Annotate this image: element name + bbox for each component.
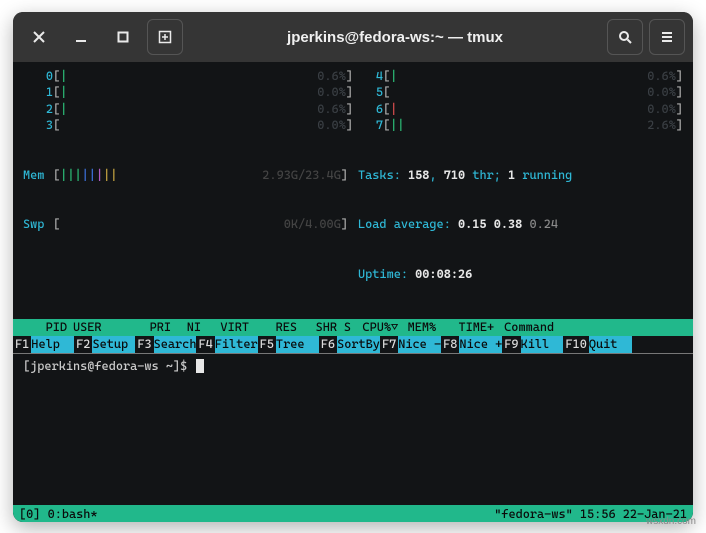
swap-meter: Swp[0K/4.00G] bbox=[23, 216, 348, 232]
titlebar: jperkins@fedora-ws:~ — tmux bbox=[13, 12, 693, 62]
terminal-window: jperkins@fedora-ws:~ — tmux 0[|0.6%]1[|0… bbox=[13, 12, 693, 522]
uptime-line: Uptime: 00:08:26 bbox=[358, 266, 683, 282]
maximize-icon[interactable] bbox=[105, 19, 141, 55]
flabel-filter[interactable]: Filter bbox=[215, 336, 258, 353]
fkey-F1[interactable]: F1 bbox=[13, 336, 31, 353]
window-title: jperkins@fedora-ws:~ — tmux bbox=[183, 29, 607, 46]
cpu-meter-7: 7[||2.6%] bbox=[353, 117, 683, 133]
fkey-F3[interactable]: F3 bbox=[135, 336, 153, 353]
minimize-icon[interactable] bbox=[63, 19, 99, 55]
fkey-F6[interactable]: F6 bbox=[319, 336, 337, 353]
cpu-meter-3: 3[0.0%] bbox=[23, 117, 353, 133]
cpu-meter-0: 0[|0.6%] bbox=[23, 68, 353, 84]
shell-prompt[interactable]: [jperkins@fedora-ws ~]$ bbox=[23, 354, 683, 374]
flabel-setup[interactable]: Setup bbox=[92, 336, 135, 353]
close-icon[interactable] bbox=[21, 19, 57, 55]
flabel-nice-[interactable]: Nice + bbox=[459, 336, 502, 353]
new-tab-icon[interactable] bbox=[147, 19, 183, 55]
flabel-tree[interactable]: Tree bbox=[276, 336, 319, 353]
cpu-meter-2: 2[|0.6%] bbox=[23, 101, 353, 117]
fkey-F2[interactable]: F2 bbox=[74, 336, 92, 353]
flabel-help[interactable]: Help bbox=[31, 336, 74, 353]
tmux-status-bar: [0] 0:bash* "fedora-ws" 15:56 22-Jan-21 bbox=[13, 505, 693, 522]
tmux-status-left: [0] 0:bash* bbox=[19, 506, 98, 521]
flabel-sortby[interactable]: SortBy bbox=[337, 336, 380, 353]
fkey-F5[interactable]: F5 bbox=[258, 336, 276, 353]
terminal-area[interactable]: 0[|0.6%]1[|0.0%]2[|0.6%]3[0.0%] 4[|0.6%]… bbox=[13, 62, 693, 522]
fkey-F10[interactable]: F10 bbox=[563, 336, 588, 353]
cpu-meter-6: 6[|0.0%] bbox=[353, 101, 683, 117]
process-header[interactable]: PID USER PRI NI VIRT RES SHR S CPU%▽ MEM… bbox=[13, 319, 693, 336]
search-icon[interactable] bbox=[607, 19, 643, 55]
flabel-kill[interactable]: Kill bbox=[521, 336, 564, 353]
function-key-bar: F1Help F2Setup F3SearchF4FilterF5Tree F6… bbox=[13, 336, 693, 353]
mem-task-row: Mem[||||||||2.93G/23.4G] Swp[0K/4.00G] T… bbox=[23, 134, 683, 315]
cursor-icon bbox=[196, 359, 204, 373]
flabel-quit[interactable]: Quit bbox=[589, 336, 632, 353]
cpu-meter-4: 4[|0.6%] bbox=[353, 68, 683, 84]
watermark: wsxdn.com bbox=[646, 516, 696, 527]
loadavg-line: Load average: 0.15 0.38 0.24 bbox=[358, 216, 683, 232]
fkey-F8[interactable]: F8 bbox=[441, 336, 459, 353]
mem-meter: Mem[||||||||2.93G/23.4G] bbox=[23, 167, 348, 183]
cpu-meter-5: 5[0.0%] bbox=[353, 84, 683, 100]
flabel-search[interactable]: Search bbox=[154, 336, 197, 353]
fkey-F9[interactable]: F9 bbox=[502, 336, 520, 353]
fkey-F4[interactable]: F4 bbox=[196, 336, 214, 353]
cpu-meters: 0[|0.6%]1[|0.0%]2[|0.6%]3[0.0%] 4[|0.6%]… bbox=[23, 68, 683, 134]
menu-icon[interactable] bbox=[649, 19, 685, 55]
tasks-line: Tasks: 158, 710 thr; 1 running bbox=[358, 167, 683, 183]
flabel-nice-[interactable]: Nice - bbox=[398, 336, 441, 353]
cpu-meter-1: 1[|0.0%] bbox=[23, 84, 353, 100]
fkey-F7[interactable]: F7 bbox=[380, 336, 398, 353]
